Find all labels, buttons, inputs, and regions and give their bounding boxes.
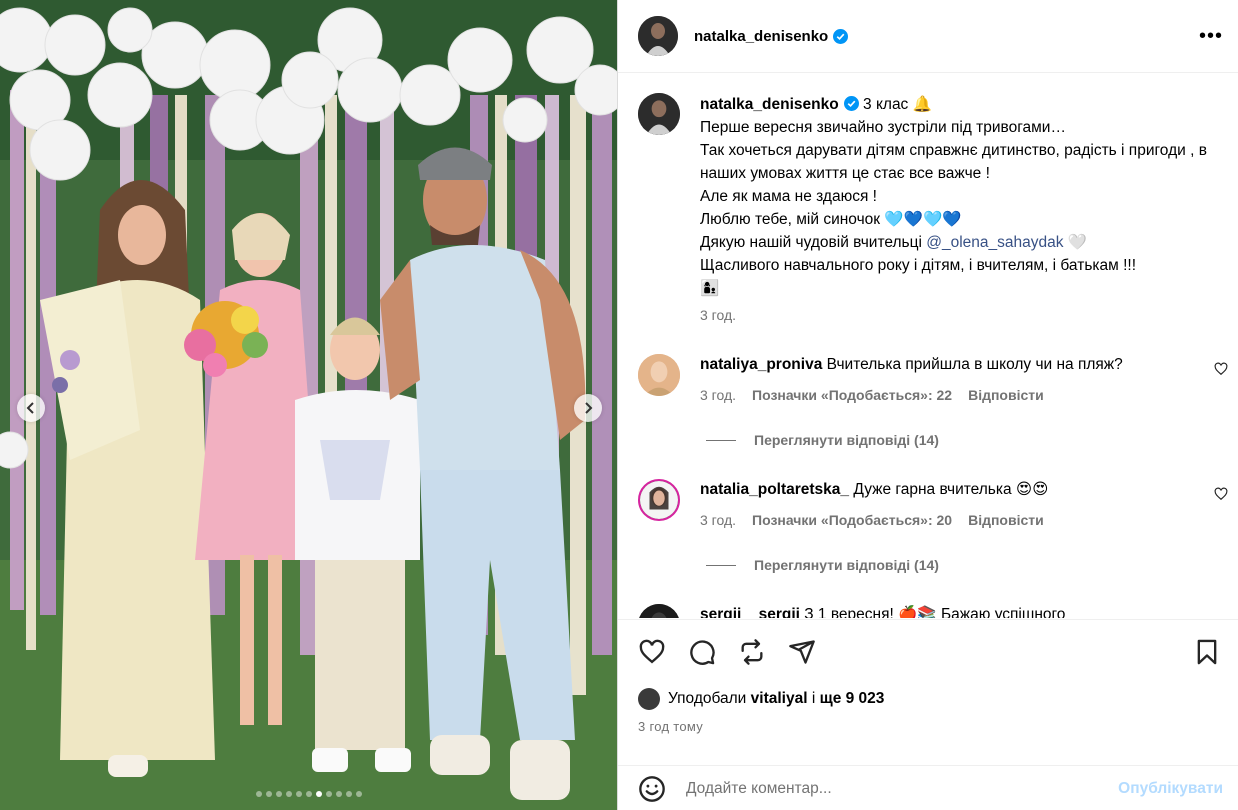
caption-text: natalka_denisenko 3 клас 🔔 Перше вересня… [700,93,1218,327]
like-comment-icon[interactable] [1214,362,1228,376]
caption-line: Так хочеться дарувати дітям справжнє дит… [700,142,1207,182]
caption-line: 3 клас 🔔 [863,96,932,113]
instagram-post-modal: natalka_denisenko ••• natalka_denisenko … [0,0,1238,810]
avatar[interactable] [638,16,678,56]
carousel-dot [325,791,332,797]
comment-username[interactable]: natalia_poltaretska_ [700,481,849,498]
verified-badge-icon [843,96,859,111]
carousel-indicator [0,791,617,797]
caption-line: 🤍 [1067,234,1088,251]
carousel-dot [305,791,312,797]
likes-prefix: Уподобали [668,690,747,707]
comment-item: sergii__sergii З 1 вересня! 🍎📚 Бажаю усп… [638,604,1228,618]
liker-username[interactable]: vitaliyal [751,690,808,708]
emoji-icon[interactable] [638,775,666,803]
chevron-right-icon [585,402,593,414]
comment-text: З 1 вересня! 🍎📚 Бажаю успішного [804,606,1066,618]
comment-time[interactable]: 3 год. [700,509,736,531]
replies-divider [706,439,736,441]
post-photo [0,0,617,810]
likes-mid: і [811,690,816,707]
caption-line: Але як мама не здаюся ! [700,188,877,205]
caption-line: 👩‍👦 [700,280,720,297]
likes-count[interactable]: ще 9 023 [820,690,885,708]
comment-bubble-icon[interactable] [688,638,716,666]
view-replies-label: Переглянути відповіді (14) [754,432,939,448]
carousel-dot [265,791,272,797]
chevron-left-icon [26,402,34,414]
reply-button[interactable]: Відповісти [968,509,1044,531]
carousel-dot [295,791,302,797]
reply-button[interactable]: Відповісти [968,384,1044,406]
caption-username[interactable]: natalka_denisenko [700,96,839,113]
caption-time[interactable]: 3 год. [700,304,1218,327]
comment-input[interactable] [686,779,1076,798]
caption-line: Люблю тебе, мій синочок 🩵💙🩵💙 [700,211,962,228]
carousel-prev-button[interactable] [17,394,45,422]
view-replies-button[interactable]: Переглянути відповіді (14) [706,557,939,573]
carousel-dot [355,791,362,797]
header-username[interactable]: natalka_denisenko [694,28,828,45]
avatar[interactable] [638,604,680,618]
carousel-dot [335,791,342,797]
comment-text: Дуже гарна вчителька 😍😍 [853,481,1049,498]
save-bookmark-icon[interactable] [1193,638,1221,666]
post-actions: Уподобали vitaliyal і ще 9 023 3 год том… [618,619,1238,810]
avatar[interactable] [638,354,680,396]
caption-line: Дякую нашій чудовій вчительці [700,234,922,251]
comment-username[interactable]: nataliya_proniva [700,356,822,373]
carousel-dot [275,791,282,797]
like-comment-icon[interactable] [1214,487,1228,501]
post-media [0,0,617,810]
carousel-dot [285,791,292,797]
comment-likes[interactable]: Позначки «Подобається»: 20 [752,509,952,531]
post-side-panel: natalka_denisenko ••• natalka_denisenko … [617,0,1238,810]
likes-summary: Уподобали vitaliyal і ще 9 023 [638,688,884,710]
comment-username[interactable]: sergii__sergii [700,606,800,618]
carousel-dot [255,791,262,797]
publish-button[interactable]: Опублікувати [1118,780,1223,798]
post-header: natalka_denisenko ••• [618,0,1238,73]
mention-link[interactable]: @_olena_sahaydak [926,234,1063,251]
comment-text: Вчителька прийшла в школу чи на пляж? [826,356,1123,373]
comment-time[interactable]: 3 год. [700,384,736,406]
post-caption: natalka_denisenko 3 клас 🔔 Перше вересня… [638,93,1218,327]
verified-badge-icon [833,28,849,44]
post-timestamp[interactable]: 3 год тому [638,719,703,734]
view-replies-button[interactable]: Переглянути відповіді (14) [706,432,939,448]
caption-line: Щасливого навчального року і дітям, і вч… [700,257,1137,274]
comment-item: natalia_poltaretska_ Дуже гарна вчительк… [638,479,1228,531]
caption-line: Перше вересня звичайно зустріли під трив… [700,119,1066,136]
comment-likes[interactable]: Позначки «Подобається»: 22 [752,384,952,406]
comments-section: natalka_denisenko 3 клас 🔔 Перше вересня… [618,74,1238,618]
carousel-dot [315,791,322,797]
share-icon[interactable] [788,638,816,666]
liker-avatar[interactable] [638,688,660,710]
repost-icon[interactable] [738,638,766,666]
more-options-icon[interactable]: ••• [1199,26,1223,46]
comment-composer: Опублікувати [618,765,1238,810]
carousel-dot [345,791,352,797]
carousel-next-button[interactable] [574,394,602,422]
avatar[interactable] [638,93,680,135]
avatar[interactable] [638,479,680,521]
replies-divider [706,564,736,566]
view-replies-label: Переглянути відповіді (14) [754,557,939,573]
comment-item: nataliya_proniva Вчителька прийшла в шко… [638,354,1228,406]
like-heart-icon[interactable] [638,638,666,666]
